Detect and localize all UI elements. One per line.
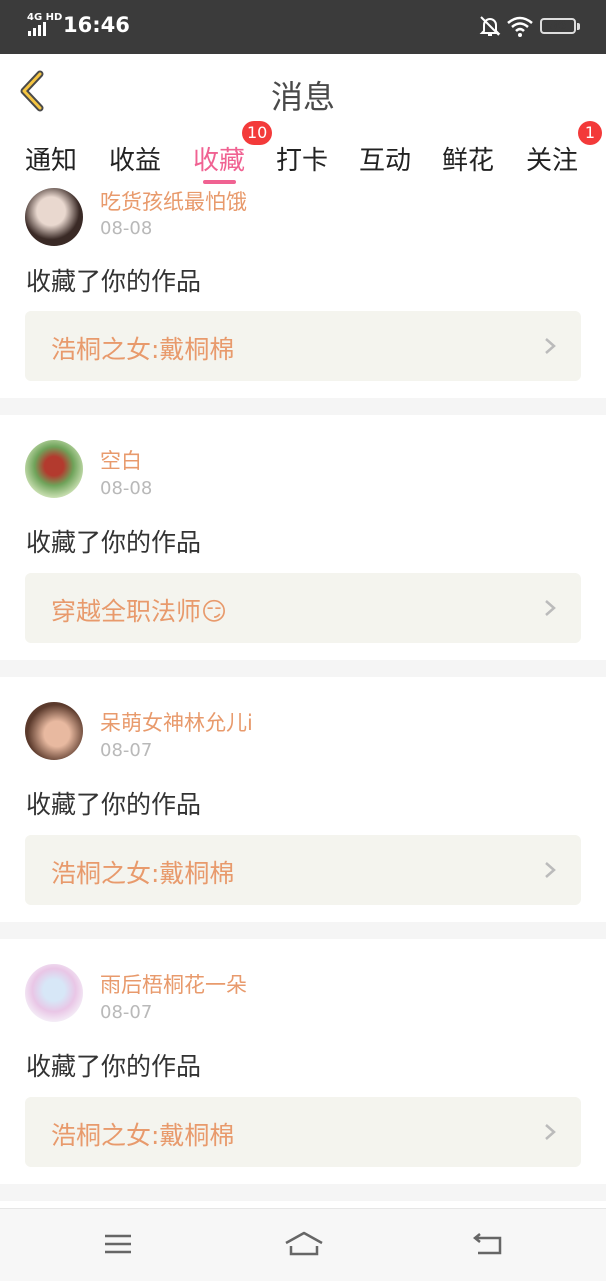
app-header: 消息: [0, 54, 606, 129]
username[interactable]: 空白: [100, 445, 142, 475]
message-list: 吃货孩纸最怕饿 08-08 收藏了你的作品 浩桐之女:戴桐棉 空白 08-08 …: [0, 186, 606, 1208]
message-date: 08-08: [100, 218, 153, 239]
follows-count-badge: 1: [578, 121, 602, 145]
home-icon[interactable]: [283, 1229, 325, 1259]
work-link[interactable]: 浩桐之女:戴桐棉: [25, 1097, 581, 1167]
bell-muted-icon: [479, 16, 501, 36]
battery-level: 36: [549, 18, 567, 32]
status-bar: 4G HD 16:46 36: [0, 0, 606, 54]
wifi-icon: [507, 16, 533, 37]
work-link[interactable]: 浩桐之女:戴桐棉: [25, 835, 581, 905]
chevron-right-icon: [545, 1124, 556, 1140]
page-title: 消息: [270, 78, 335, 116]
avatar[interactable]: [25, 702, 83, 760]
list-item: [0, 1201, 606, 1208]
back-nav-icon[interactable]: [470, 1229, 506, 1259]
message-date: 08-08: [100, 478, 153, 499]
tab-notifications[interactable]: 通知: [25, 140, 77, 177]
tab-bar: 通知 收益 收藏 10 打卡 互动 鲜花 关注 1: [0, 121, 606, 186]
work-link[interactable]: 浩桐之女:戴桐棉: [25, 311, 581, 381]
list-item: 呆萌女神林允儿i 08-07 收藏了你的作品 浩桐之女:戴桐棉: [0, 677, 606, 922]
work-title: 浩桐之女:戴桐棉: [51, 1121, 235, 1150]
message-action: 收藏了你的作品: [26, 1052, 202, 1081]
avatar[interactable]: [25, 964, 83, 1022]
username[interactable]: 吃货孩纸最怕饿: [100, 186, 247, 216]
active-tab-indicator: [203, 180, 236, 184]
chevron-right-icon: [545, 600, 556, 616]
tab-favorites[interactable]: 收藏: [193, 140, 245, 177]
list-item: 吃货孩纸最怕饿 08-08 收藏了你的作品 浩桐之女:戴桐棉: [0, 186, 606, 398]
username[interactable]: 呆萌女神林允儿i: [100, 707, 253, 737]
battery-icon: 36: [540, 18, 576, 34]
work-title: 浩桐之女:戴桐棉: [51, 859, 235, 888]
chevron-right-icon: [545, 338, 556, 354]
avatar[interactable]: [25, 440, 83, 498]
message-date: 08-07: [100, 740, 153, 761]
tab-interaction[interactable]: 互动: [359, 140, 411, 177]
work-link[interactable]: 穿越全职法师😏: [25, 573, 581, 643]
list-item: 雨后梧桐花一朵 08-07 收藏了你的作品 浩桐之女:戴桐棉: [0, 939, 606, 1184]
favorites-count-badge: 10: [242, 121, 273, 145]
battery-cap: [577, 23, 580, 30]
status-time: 16:46: [63, 13, 130, 37]
signal-icon: [28, 22, 46, 36]
tab-follows[interactable]: 关注: [526, 140, 578, 177]
message-date: 08-07: [100, 1002, 153, 1023]
work-title: 穿越全职法师😏: [51, 597, 228, 626]
menu-icon[interactable]: [100, 1229, 136, 1259]
message-action: 收藏了你的作品: [26, 790, 202, 819]
message-action: 收藏了你的作品: [26, 528, 202, 557]
tab-earnings[interactable]: 收益: [109, 140, 161, 177]
tab-flowers[interactable]: 鲜花: [442, 140, 494, 177]
username[interactable]: 雨后梧桐花一朵: [100, 969, 247, 999]
work-title: 浩桐之女:戴桐棉: [51, 335, 235, 364]
message-action: 收藏了你的作品: [26, 267, 202, 296]
chevron-right-icon: [545, 862, 556, 878]
system-nav-bar: [0, 1208, 606, 1281]
avatar[interactable]: [25, 188, 83, 246]
list-item: 空白 08-08 收藏了你的作品 穿越全职法师😏: [0, 415, 606, 660]
tab-checkin[interactable]: 打卡: [276, 140, 328, 177]
